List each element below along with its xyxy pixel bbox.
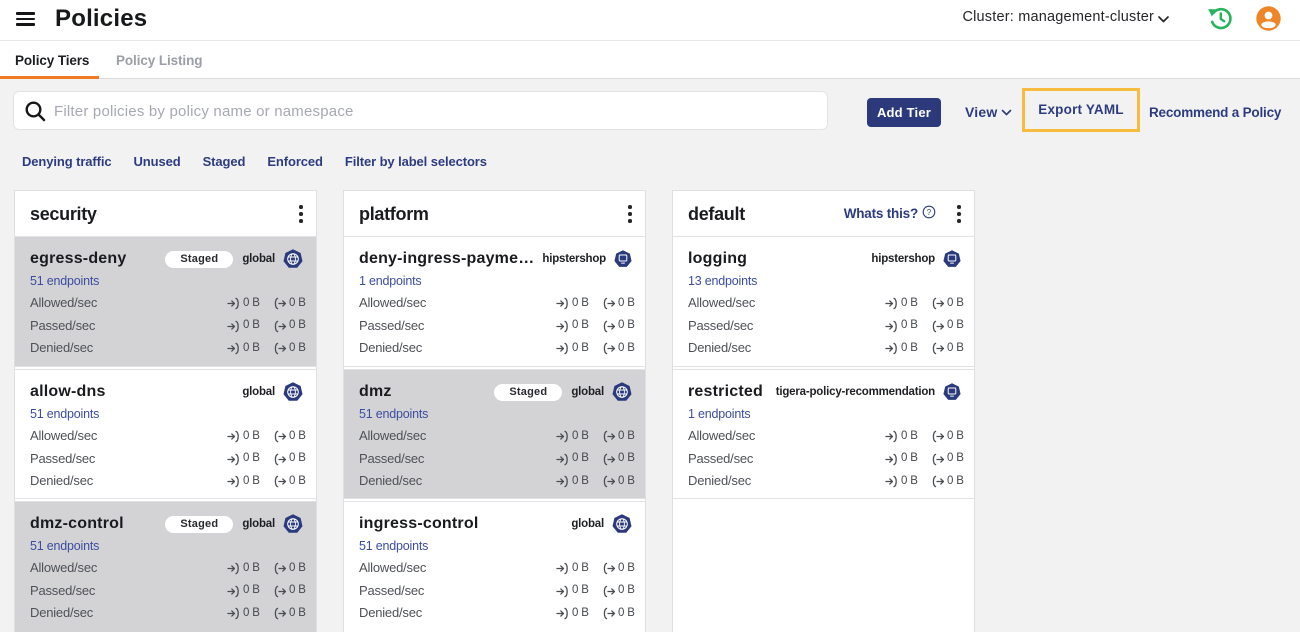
svg-text:?: ? <box>927 208 932 217</box>
